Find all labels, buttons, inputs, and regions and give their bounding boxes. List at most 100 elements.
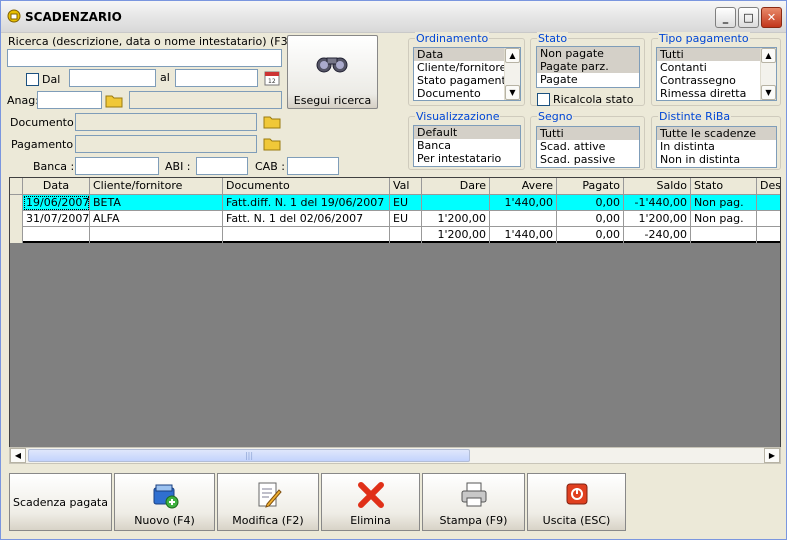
col-header[interactable]: Val [390,178,422,194]
power-exit-icon [566,483,587,505]
cab-input[interactable] [287,157,339,175]
banca-label: Banca : [33,160,75,173]
abi-input[interactable] [196,157,248,175]
tipo-pagamento-item[interactable]: Contrassegno [657,74,776,87]
col-header[interactable]: Stato [691,178,757,194]
dal-checkbox[interactable] [26,73,39,86]
uscita-button[interactable]: Uscita (ESC) [527,473,626,531]
date-to-input[interactable] [175,69,258,87]
stato-item[interactable]: Non pagate [537,47,639,60]
table-cell[interactable]: Fatt.diff. N. 1 del 19/06/2007 [223,195,390,211]
printer-icon [461,482,486,507]
table-cell[interactable]: EU [390,195,422,211]
scadenza-pagata-button[interactable]: Scadenza pagata [9,473,112,531]
tipo-pagamento-item[interactable]: Tutti [657,48,776,61]
visualizzazione-item[interactable]: Banca [414,139,520,152]
table-cell[interactable]: 1'440,00 [490,195,557,211]
segno-list[interactable]: Tutti Scad. attive Scad. passive [536,126,640,168]
title-bar[interactable]: SCADENZARIO _ □ ✕ [1,1,786,33]
scroll-up-icon[interactable]: ▲ [505,48,520,63]
table-cell[interactable]: Non pag. [691,211,757,227]
documento-folder-icon[interactable] [263,112,281,130]
nuovo-button[interactable]: Nuovo (F4) [114,473,215,531]
table-cell[interactable]: 1'200,00 [422,211,490,227]
table-cell[interactable]: BETA [90,195,223,211]
ricalcola-checkbox[interactable] [537,93,550,106]
banca-input[interactable] [75,157,159,175]
scroll-thumb[interactable]: ||| [28,449,470,462]
tipo-pagamento-item[interactable]: Rimessa diretta [657,87,776,100]
segno-item[interactable]: Scad. attive [537,140,639,153]
table-cell[interactable]: 31/07/2007 [23,211,90,227]
col-header[interactable]: Dare [422,178,490,194]
anag-input[interactable] [37,91,102,109]
scroll-down-icon[interactable]: ▼ [505,85,520,100]
maximize-button[interactable]: □ [738,7,759,28]
tipo-pagamento-list[interactable]: Tutti Contanti Contrassegno Rimessa dire… [656,47,777,101]
scadenze-table[interactable]: Data Cliente/fornitore Documento Val Dar… [9,177,781,463]
col-header[interactable]: Data [23,178,90,194]
visualizzazione-item[interactable]: Per intestatario [414,152,520,165]
scroll-left-icon[interactable]: ◀ [10,448,26,463]
ricalcola-label: Ricalcola stato [553,93,634,106]
row-indicator[interactable] [10,211,23,227]
tipo-pagamento-item[interactable]: Contanti [657,61,776,74]
anag-folder-icon[interactable] [105,91,123,109]
modifica-button[interactable]: Modifica (F2) [217,473,319,531]
close-button[interactable]: ✕ [761,7,782,28]
col-header[interactable]: Des [757,178,780,194]
scroll-up-icon[interactable]: ▲ [761,48,776,63]
search-input[interactable] [7,49,282,67]
table-cell[interactable]: -1'440,00 [624,195,691,211]
scroll-down-icon[interactable]: ▼ [761,85,776,100]
ordinamento-scrollbar[interactable]: ▲ ▼ [504,48,520,100]
table-cell [390,227,422,243]
scroll-right-icon[interactable]: ▶ [764,448,780,463]
distinte-list[interactable]: Tutte le scadenze In distinta Non in dis… [656,126,777,168]
calendar-icon[interactable]: 12 [263,69,281,87]
table-row[interactable]: 19/06/2007 BETA Fatt.diff. N. 1 del 19/0… [10,195,780,211]
tipo-pagamento-scrollbar[interactable]: ▲ ▼ [760,48,776,100]
distinte-item[interactable]: In distinta [657,140,776,153]
table-cell[interactable]: 0,00 [557,211,624,227]
minimize-button[interactable]: _ [715,7,736,28]
table-cell[interactable]: Non pag. [691,195,757,211]
table-cell[interactable]: 0,00 [557,195,624,211]
table-cell[interactable]: EU [390,211,422,227]
esegui-ricerca-button[interactable]: Esegui ricerca [287,35,378,109]
ordinamento-group: Ordinamento Data Cliente/fornitore Stato… [408,32,525,106]
col-header[interactable]: Documento [223,178,390,194]
distinte-item[interactable]: Tutte le scadenze [657,127,776,140]
date-from-input[interactable] [69,69,156,87]
table-cell[interactable]: 1'200,00 [624,211,691,227]
table-cell[interactable]: 19/06/2007 [23,195,90,211]
table-cell[interactable] [757,195,780,211]
table-cell[interactable]: ALFA [90,211,223,227]
col-header[interactable]: Cliente/fornitore [90,178,223,194]
ordinamento-list[interactable]: Data Cliente/fornitore Stato pagamento D… [413,47,521,101]
distinte-item[interactable]: Non in distinta [657,153,776,166]
table-row[interactable]: 31/07/2007 ALFA Fatt. N. 1 del 02/06/200… [10,211,780,227]
col-header[interactable]: Pagato [557,178,624,194]
pagamento-folder-icon[interactable] [263,134,281,152]
svg-text:12: 12 [268,78,276,85]
horizontal-scrollbar[interactable]: ◀ ||| ▶ [9,447,781,464]
stato-item[interactable]: Pagate parz. [537,60,639,73]
segno-item[interactable]: Tutti [537,127,639,140]
table-cell[interactable] [490,211,557,227]
table-cell[interactable] [757,211,780,227]
col-header[interactable]: Avere [490,178,557,194]
visualizzazione-item[interactable]: Default [414,126,520,139]
stato-item[interactable]: Pagate [537,73,639,86]
stato-list[interactable]: Non pagate Pagate parz. Pagate [536,46,640,88]
table-cell[interactable] [422,195,490,211]
elimina-button[interactable]: Elimina [321,473,420,531]
stampa-button[interactable]: Stampa (F9) [422,473,525,531]
row-indicator[interactable] [10,195,23,211]
segno-item[interactable]: Scad. passive [537,153,639,166]
minimize-icon: _ [722,11,729,24]
visualizzazione-list[interactable]: Default Banca Per intestatario [413,125,521,167]
table-cell[interactable]: Fatt. N. 1 del 02/06/2007 [223,211,390,227]
col-header[interactable]: Saldo [624,178,691,194]
al-label: al [160,71,170,84]
